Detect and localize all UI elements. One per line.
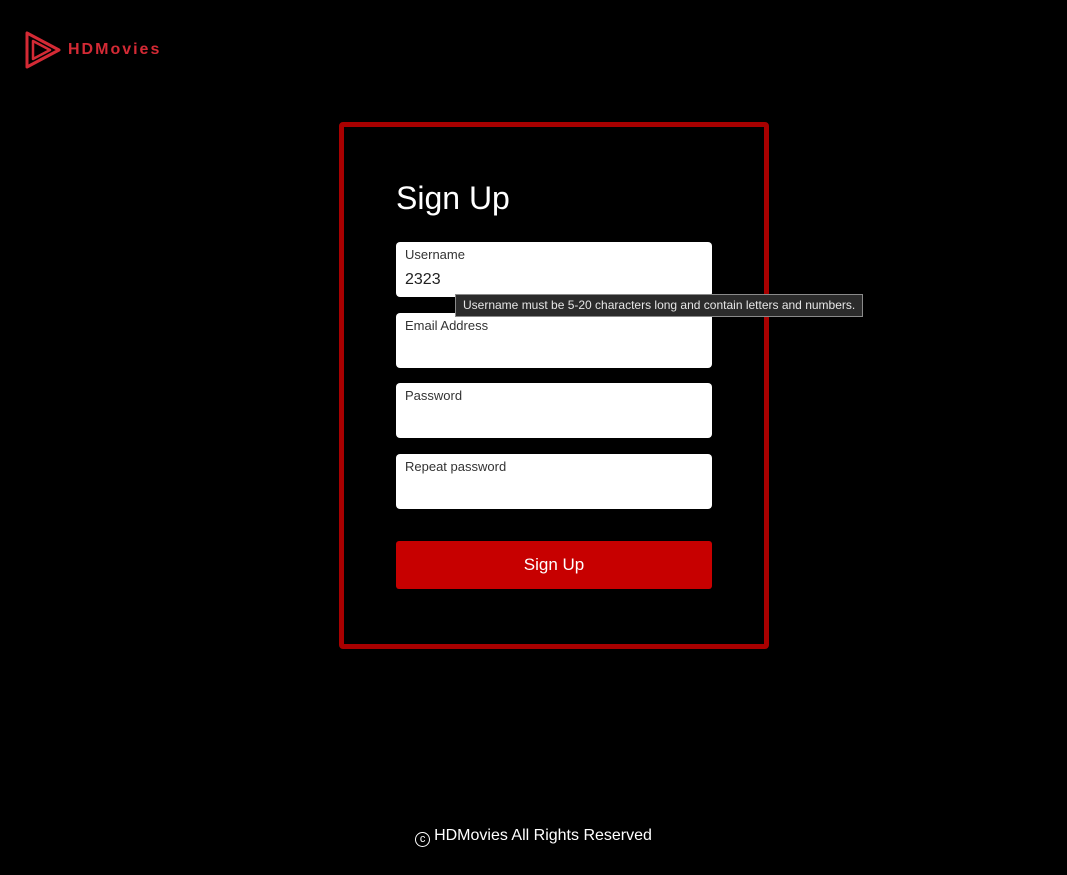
password-input[interactable] [396, 407, 712, 435]
brand-name: HDMovies [68, 41, 162, 58]
email-label: Email Address [405, 318, 489, 333]
repeat-password-label: Repeat password [405, 459, 507, 474]
footer: c HDMovies All Rights Reserved [0, 827, 1067, 847]
email-input[interactable] [396, 337, 712, 365]
password-label: Password [405, 388, 463, 403]
signup-page: HDMovies Sign Up Username Email Address … [0, 0, 1067, 875]
play-triangle-icon [25, 31, 61, 69]
password-field[interactable]: Password [396, 383, 712, 438]
copyright-icon: c [415, 832, 431, 847]
username-field[interactable]: Username [396, 242, 712, 297]
sign-up-button[interactable]: Sign Up [396, 541, 712, 589]
username-label: Username [405, 247, 465, 262]
brand-logo[interactable]: HDMovies [24, 30, 161, 70]
repeat-password-field[interactable]: Repeat password [396, 454, 712, 509]
username-input[interactable] [396, 266, 712, 294]
page-title: Sign Up [396, 180, 510, 216]
repeat-password-input[interactable] [396, 478, 712, 506]
email-field[interactable]: Email Address [396, 313, 712, 368]
username-validation-tooltip: Username must be 5-20 characters long an… [455, 294, 864, 317]
footer-text: HDMovies All Rights Reserved [434, 827, 652, 844]
signup-card: Sign Up Username Email Address Password … [339, 122, 769, 649]
